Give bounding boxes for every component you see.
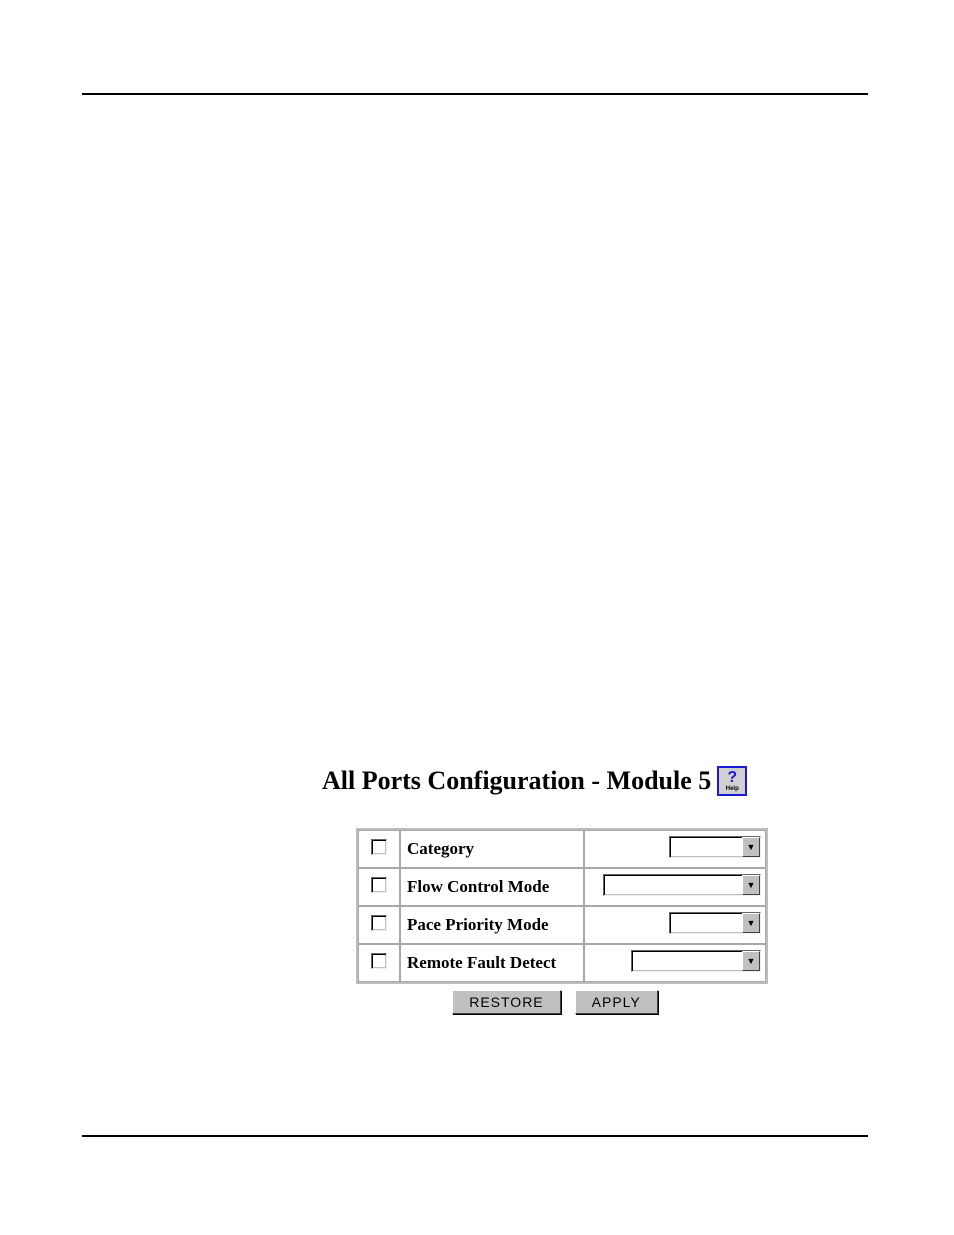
row-remote-fault: Remote Fault Detect ▼ bbox=[358, 944, 766, 982]
help-icon-glyph: ? bbox=[727, 770, 737, 786]
row-flow-control: Flow Control Mode ▼ bbox=[358, 868, 766, 906]
help-icon[interactable]: ? Help bbox=[717, 766, 747, 796]
label-category: Category bbox=[407, 839, 474, 858]
select-category[interactable]: ▼ bbox=[669, 836, 761, 858]
row-pace-priority: Pace Priority Mode ▼ bbox=[358, 906, 766, 944]
all-ports-config-panel: All Ports Configuration - Module 5 ? Hel… bbox=[322, 766, 802, 1014]
checkbox-flow-control[interactable] bbox=[371, 877, 387, 893]
panel-title: All Ports Configuration - Module 5 bbox=[322, 766, 711, 796]
label-remote-fault: Remote Fault Detect bbox=[407, 953, 556, 972]
row-category: Category ▼ bbox=[358, 830, 766, 868]
chevron-down-icon: ▼ bbox=[742, 951, 760, 971]
restore-button[interactable]: RESTORE bbox=[452, 990, 560, 1014]
button-row: RESTORE APPLY bbox=[356, 990, 754, 1014]
select-flow-control[interactable]: ▼ bbox=[603, 874, 761, 896]
apply-button[interactable]: APPLY bbox=[575, 990, 658, 1014]
chevron-down-icon: ▼ bbox=[742, 913, 760, 933]
label-pace-priority: Pace Priority Mode bbox=[407, 915, 549, 934]
checkbox-remote-fault[interactable] bbox=[371, 953, 387, 969]
config-table: Category ▼ Flow Control Mode ▼ Pace Prio… bbox=[356, 828, 768, 984]
top-rule bbox=[82, 93, 868, 95]
chevron-down-icon: ▼ bbox=[742, 875, 760, 895]
checkbox-category[interactable] bbox=[371, 839, 387, 855]
label-flow-control: Flow Control Mode bbox=[407, 877, 549, 896]
panel-title-row: All Ports Configuration - Module 5 ? Hel… bbox=[322, 766, 802, 796]
bottom-rule bbox=[82, 1135, 868, 1137]
select-remote-fault[interactable]: ▼ bbox=[631, 950, 761, 972]
select-pace-priority[interactable]: ▼ bbox=[669, 912, 761, 934]
help-icon-label: Help bbox=[726, 786, 739, 792]
chevron-down-icon: ▼ bbox=[742, 837, 760, 857]
checkbox-pace-priority[interactable] bbox=[371, 915, 387, 931]
